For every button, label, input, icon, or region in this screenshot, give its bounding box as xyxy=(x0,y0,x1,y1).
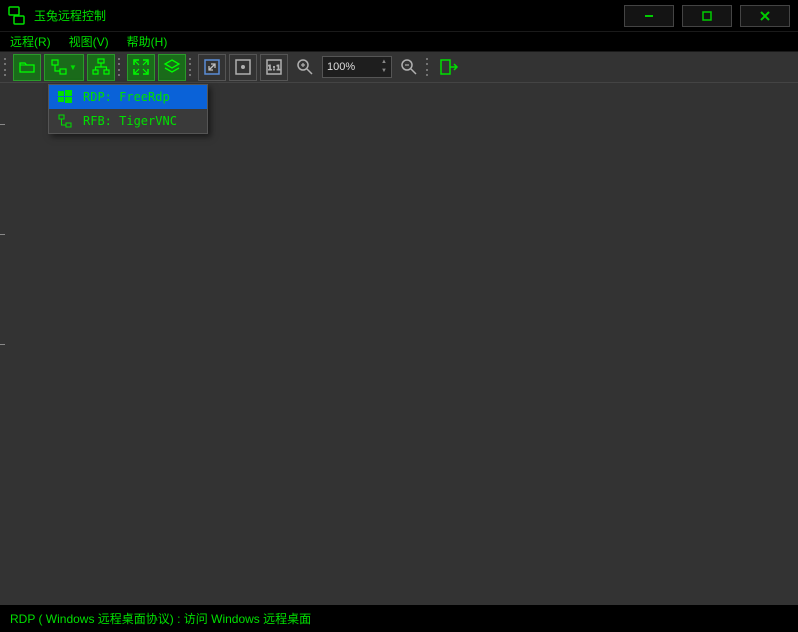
toolbar-grip-4 xyxy=(426,56,430,78)
zoom-spinner[interactable]: ▲ ▼ xyxy=(379,58,389,76)
minimize-button[interactable] xyxy=(624,5,674,27)
toolbar-grip xyxy=(4,56,8,78)
close-button[interactable] xyxy=(740,5,790,27)
status-text: RDP ( Windows 远程桌面协议) : 访问 Windows 远程桌面 xyxy=(10,610,311,627)
dropdown-item-rdp-label: RDP: FreeRdp xyxy=(83,90,170,104)
statusbar: RDP ( Windows 远程桌面协议) : 访问 Windows 远程桌面 xyxy=(0,604,798,632)
windows-icon xyxy=(57,89,73,105)
layers-button[interactable] xyxy=(158,54,186,81)
menubar: 远程(R) 视图(V) 帮助(H) xyxy=(0,32,798,52)
dropdown-item-rdp[interactable]: RDP: FreeRdp xyxy=(49,85,207,109)
app-logo-icon xyxy=(6,5,28,27)
connection-tree-button[interactable] xyxy=(87,54,115,81)
zoom-level-input[interactable]: 100% ▲ ▼ xyxy=(322,56,392,78)
connection-type-dropdown: RDP: FreeRdp RFB: TigerVNC xyxy=(48,84,208,134)
zoom-value: 100% xyxy=(327,61,355,73)
scale-fit-button[interactable] xyxy=(198,54,226,81)
window-controls xyxy=(624,5,798,27)
zoom-out-button[interactable] xyxy=(395,54,423,81)
zoom-up-icon[interactable]: ▲ xyxy=(379,58,389,67)
vnc-icon xyxy=(57,113,73,129)
dropdown-item-rfb[interactable]: RFB: TigerVNC xyxy=(49,109,207,133)
zoom-down-icon[interactable]: ▼ xyxy=(379,67,389,76)
dropdown-item-rfb-label: RFB: TigerVNC xyxy=(83,114,177,128)
toolbar: ▼ xyxy=(0,52,798,83)
fullscreen-button[interactable] xyxy=(127,54,155,81)
app-title: 玉兔远程控制 xyxy=(34,7,106,24)
titlebar: 玉兔远程控制 xyxy=(0,0,798,32)
actual-size-button[interactable] xyxy=(229,54,257,81)
toolbar-grip-2 xyxy=(118,56,122,78)
maximize-button[interactable] xyxy=(682,5,732,27)
open-folder-button[interactable] xyxy=(13,54,41,81)
main-viewport xyxy=(0,83,798,604)
menu-help[interactable]: 帮助(H) xyxy=(127,33,168,50)
menu-remote[interactable]: 远程(R) xyxy=(10,33,51,50)
zoom-in-button[interactable] xyxy=(291,54,319,81)
chevron-down-icon: ▼ xyxy=(69,63,77,72)
one-to-one-button[interactable]: 1:1 xyxy=(260,54,288,81)
exit-button[interactable] xyxy=(435,54,463,81)
toolbar-grip-3 xyxy=(189,56,193,78)
menu-view[interactable]: 视图(V) xyxy=(69,33,109,50)
new-connection-dropdown[interactable]: ▼ xyxy=(44,54,84,81)
svg-text:1:1: 1:1 xyxy=(268,64,281,72)
